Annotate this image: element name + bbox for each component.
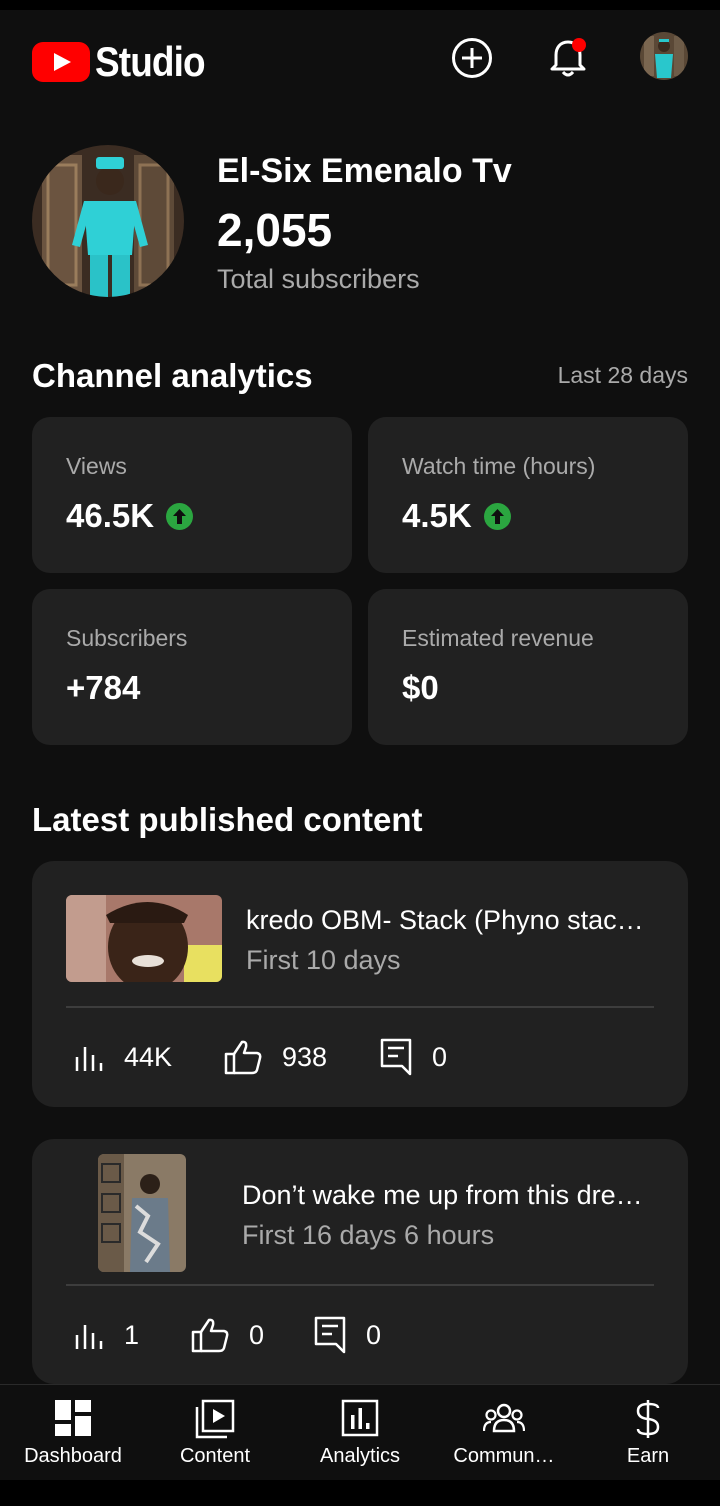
trend-up-icon bbox=[166, 502, 194, 530]
divider bbox=[66, 1006, 654, 1008]
views-count: 1 bbox=[124, 1320, 140, 1350]
channel-avatar[interactable] bbox=[32, 145, 184, 297]
thumbnail-image bbox=[98, 1154, 186, 1272]
card-value-row: 46.5K bbox=[66, 497, 194, 535]
comment-icon bbox=[314, 1316, 346, 1354]
channel-name: El-Six Emenalo Tv bbox=[217, 152, 512, 190]
video-thumbnail[interactable] bbox=[66, 895, 222, 982]
video-period: First 10 days bbox=[246, 945, 401, 975]
nav-label: Dashboard bbox=[24, 1445, 122, 1467]
views-card[interactable]: Views 46.5K bbox=[32, 417, 352, 573]
nav-label: Earn bbox=[626, 1445, 670, 1467]
video-title: kredo OBM- Stack (Phyno stac… bbox=[246, 905, 644, 935]
nav-community[interactable]: Commun… bbox=[432, 1385, 576, 1481]
notification-dot bbox=[572, 38, 586, 52]
watch-time-card[interactable]: Watch time (hours) 4.5K bbox=[368, 417, 688, 573]
trend-up-icon bbox=[483, 502, 511, 530]
video-thumbnail[interactable] bbox=[98, 1154, 186, 1272]
plus-circle-icon bbox=[452, 38, 492, 78]
top-app-bar: Studio bbox=[0, 10, 720, 105]
avatar-image bbox=[640, 32, 688, 80]
comments-stat: 0 bbox=[380, 1038, 447, 1076]
card-value: 4.5K bbox=[402, 497, 472, 534]
nav-label: Commun… bbox=[453, 1445, 555, 1467]
card-label: Views bbox=[66, 453, 127, 479]
nav-content[interactable]: Content bbox=[143, 1385, 287, 1481]
thumbs-up-icon bbox=[224, 1040, 262, 1075]
notifications-button[interactable] bbox=[546, 36, 590, 80]
latest-content-title: Latest published content bbox=[32, 801, 423, 838]
divider bbox=[66, 1284, 654, 1286]
analytics-icon bbox=[341, 1399, 379, 1437]
subscribers-card[interactable]: Subscribers +784 bbox=[32, 589, 352, 745]
dollar-icon bbox=[636, 1400, 660, 1438]
latest-video-card[interactable]: kredo OBM- Stack (Phyno stac… First 10 d… bbox=[32, 861, 688, 1107]
bar-chart-icon bbox=[75, 1046, 103, 1071]
studio-logo[interactable]: Studio bbox=[32, 38, 220, 86]
community-icon bbox=[483, 1403, 525, 1433]
nav-analytics[interactable]: Analytics bbox=[288, 1385, 432, 1481]
analytics-range: Last 28 days bbox=[557, 362, 688, 388]
likes-count: 938 bbox=[282, 1041, 328, 1072]
account-avatar[interactable] bbox=[640, 32, 688, 80]
system-nav-bar bbox=[0, 1480, 720, 1506]
card-value-row: 4.5K bbox=[402, 497, 511, 535]
nav-dashboard[interactable]: Dashboard bbox=[1, 1385, 145, 1481]
comments-count: 0 bbox=[366, 1319, 382, 1350]
youtube-play-icon bbox=[32, 42, 90, 82]
bottom-navigation: Dashboard Content Analytics Commun… Earn bbox=[0, 1384, 720, 1481]
comment-icon bbox=[380, 1038, 412, 1076]
likes-count: 0 bbox=[249, 1319, 265, 1350]
latest-video-card[interactable]: Don’t wake me up from this dre… First 16… bbox=[32, 1139, 688, 1384]
card-label: Estimated revenue bbox=[402, 625, 594, 651]
channel-avatar-image bbox=[32, 145, 184, 297]
total-subscribers-label: Total subscribers bbox=[217, 264, 420, 294]
comments-stat: 0 bbox=[314, 1316, 381, 1354]
channel-analytics-title: Channel analytics bbox=[32, 357, 313, 394]
nav-earn[interactable]: Earn bbox=[576, 1385, 720, 1481]
video-period: First 16 days 6 hours bbox=[242, 1220, 495, 1250]
total-subscribers-count: 2,055 bbox=[217, 204, 333, 256]
revenue-card[interactable]: Estimated revenue $0 bbox=[368, 589, 688, 745]
views-stat: 1 bbox=[74, 1320, 139, 1351]
thumbs-up-icon bbox=[191, 1318, 229, 1353]
likes-stat: 0 bbox=[191, 1317, 264, 1353]
video-title: Don’t wake me up from this dre… bbox=[242, 1180, 643, 1210]
views-stat: 44K bbox=[74, 1042, 172, 1073]
comments-count: 0 bbox=[432, 1041, 448, 1072]
likes-stat: 938 bbox=[224, 1039, 327, 1075]
nav-label: Content bbox=[179, 1445, 251, 1467]
nav-label: Analytics bbox=[319, 1445, 401, 1467]
status-bar bbox=[0, 0, 720, 10]
create-button[interactable] bbox=[450, 36, 494, 80]
dashboard-icon bbox=[55, 1400, 91, 1436]
views-count: 44K bbox=[124, 1042, 173, 1072]
card-value-row: +784 bbox=[66, 669, 140, 707]
card-value: +784 bbox=[66, 669, 141, 706]
card-value: $0 bbox=[402, 669, 439, 706]
card-label: Watch time (hours) bbox=[402, 453, 596, 479]
logo-text: Studio bbox=[95, 38, 206, 85]
card-value: 46.5K bbox=[66, 497, 155, 534]
card-label: Subscribers bbox=[66, 625, 188, 651]
card-value-row: $0 bbox=[402, 669, 439, 707]
thumbnail-image bbox=[66, 895, 222, 982]
bar-chart-icon bbox=[75, 1324, 103, 1349]
content-icon bbox=[195, 1399, 235, 1439]
